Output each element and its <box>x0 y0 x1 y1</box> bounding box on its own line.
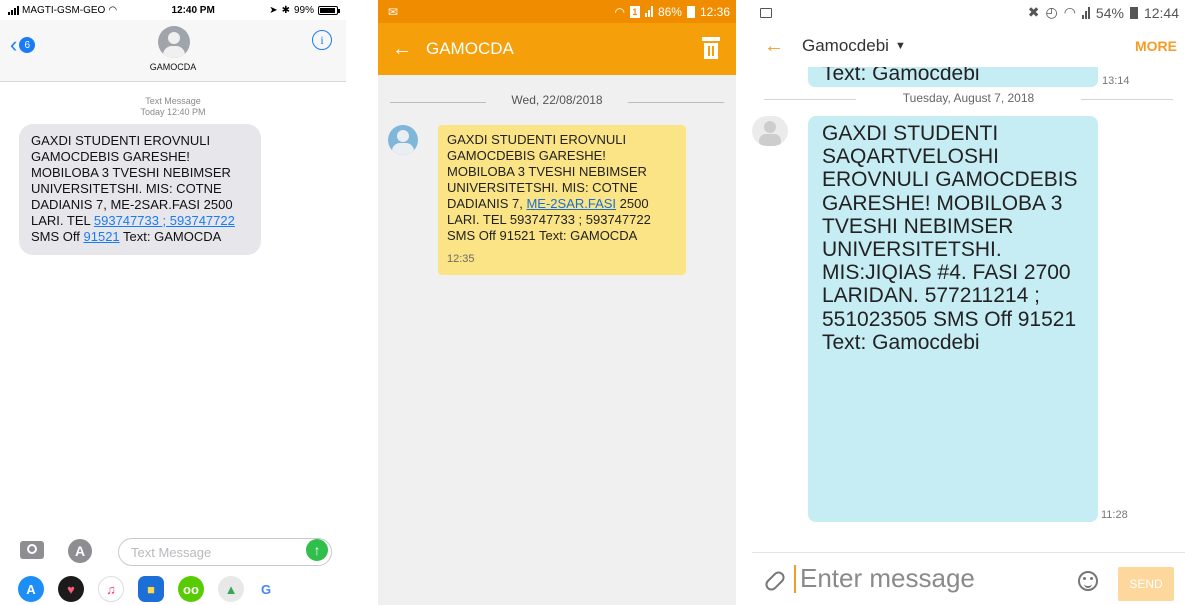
message-bubble[interactable]: GAXDI STUDENTI SAQARTVELOSHI EROVNULI GA… <box>808 116 1098 522</box>
signal-percent: 86% <box>657 4 682 19</box>
app-store-icon[interactable]: A <box>68 539 92 563</box>
more-button[interactable]: MORE <box>1135 38 1177 54</box>
mail-icon: ✉ <box>388 4 399 19</box>
samsung-blue-screen: ✖ ◴ ◠ 54% 12:44 ← Gamocdebi ▼ MORE Text:… <box>752 0 1185 605</box>
code-link[interactable]: 91521 <box>84 229 120 244</box>
unread-badge: 6 <box>19 37 36 53</box>
conversation-app-bar: ← GAMOCDA <box>378 23 736 75</box>
ios-status-bar: MAGTI-GSM-GEO ◠ 12:40 PM ➤ ✱ 99% <box>0 0 346 20</box>
delete-icon[interactable] <box>702 37 720 59</box>
chevron-left-icon: ‹ <box>10 32 18 57</box>
wifi-icon: ◠ <box>614 4 625 19</box>
screenshot-collage: MAGTI-GSM-GEO ◠ 12:40 PM ➤ ✱ 99% ‹ 6 GAM… <box>0 0 1185 605</box>
info-button[interactable]: i <box>312 30 332 50</box>
heart-app-icon[interactable]: ♥ <box>58 576 84 602</box>
location-icon: ➤ <box>269 4 278 16</box>
signal-icon <box>644 6 653 17</box>
conversation-app-bar: ← Gamocdebi ▼ MORE <box>752 25 1185 67</box>
ios-nav-bar: ‹ 6 GAMOCDA i <box>0 20 346 82</box>
message-bubble[interactable]: GAXDI STUDENTI EROVNULI GAMOCDEBIS GARES… <box>438 125 686 275</box>
message-input[interactable]: Enter message <box>800 563 1040 594</box>
android-status-bar: ✖ ◴ ◠ 54% 12:44 <box>752 0 1185 25</box>
battery-icon <box>1129 6 1138 19</box>
sender-avatar[interactable] <box>752 116 788 146</box>
alarm-icon: ◴ <box>1045 4 1058 20</box>
carrier-name: MAGTI-GSM-GEO <box>22 4 106 16</box>
dropdown-caret-icon[interactable]: ▼ <box>895 40 906 52</box>
message-input[interactable]: Text Message <box>118 538 332 566</box>
status-time: 12:36 <box>699 4 730 19</box>
ios-input-bar: A Text Message ↑ <box>0 537 346 567</box>
message-text: Text: GAMOCDA <box>119 229 222 244</box>
text-cursor <box>794 565 796 593</box>
previous-message-bubble[interactable]: Text: Gamocdebi <box>808 67 1098 87</box>
app-drawer: A ♥ ♫ ■ oo ▲ G <box>0 573 346 605</box>
back-arrow-icon[interactable]: ← <box>764 35 784 58</box>
gallery-icon <box>760 7 772 18</box>
thread-label: Text Message <box>145 96 201 106</box>
phone-link[interactable]: 593747733 ; 593747722 <box>94 213 235 228</box>
send-button[interactable]: SEND <box>1118 567 1174 601</box>
back-button[interactable]: ‹ 6 <box>10 32 36 57</box>
date-divider: Tuesday, August 7, 2018 <box>752 91 1185 109</box>
battery-percent: 54% <box>1095 4 1124 21</box>
conversation-title[interactable]: Gamocdebi <box>802 36 889 56</box>
sim-icon: 1 <box>629 5 640 18</box>
bluetooth-icon: ✱ <box>281 4 290 16</box>
conversation-title: GAMOCDA <box>426 39 514 58</box>
status-time: 12:44 <box>1143 4 1179 21</box>
back-arrow-icon[interactable]: ← <box>392 38 412 61</box>
ios-messages-screen: MAGTI-GSM-GEO ◠ 12:40 PM ➤ ✱ 99% ‹ 6 GAM… <box>0 0 346 605</box>
maps-icon[interactable]: ▲ <box>218 576 244 602</box>
thread-meta: Text Message Today 12:40 PM <box>0 96 346 118</box>
chrome-icon[interactable]: G <box>258 576 274 602</box>
battery-icon <box>686 5 695 18</box>
android-status-bar: ✉ ◠ 1 86% 12:36 <box>378 0 736 23</box>
camera-icon[interactable] <box>20 541 44 559</box>
message-time: 11:28 <box>1101 509 1128 521</box>
battery-icon <box>317 5 340 15</box>
signal-icon <box>1081 6 1090 19</box>
emoji-icon[interactable] <box>1078 571 1098 591</box>
attachment-icon[interactable] <box>762 568 788 594</box>
send-arrow-icon[interactable]: ↑ <box>306 539 328 561</box>
app-store-icon[interactable]: A <box>18 576 44 602</box>
message-text: SMS Off <box>31 229 84 244</box>
messages-app-icon[interactable]: ■ <box>138 576 164 602</box>
contact-avatar[interactable] <box>158 26 190 58</box>
message-bubble[interactable]: GAXDI STUDENTI EROVNULI GAMOCDEBIS GARES… <box>19 124 261 255</box>
message-link[interactable]: ME-2SAR.FASI <box>526 196 616 211</box>
contact-name[interactable]: GAMOCDA <box>0 62 346 72</box>
mute-icon: ✖ <box>1027 4 1040 20</box>
previous-message: Text: Gamocdebi 13:14 <box>752 67 1185 89</box>
message-time: 12:35 <box>447 253 475 265</box>
thread-time: Today 12:40 PM <box>140 107 206 117</box>
music-icon[interactable]: ♫ <box>98 576 124 602</box>
battery-percent: 99% <box>293 4 314 16</box>
message-composer: Enter message SEND <box>752 552 1185 605</box>
wifi-icon: ◠ <box>1063 4 1076 20</box>
samsung-orange-screen: ✉ ◠ 1 86% 12:36 ← GAMOCDA Wed, 22/08/201… <box>378 0 736 605</box>
signal-icon <box>8 5 19 15</box>
duolingo-icon[interactable]: oo <box>178 576 204 602</box>
sender-avatar[interactable] <box>388 125 418 155</box>
status-time: 12:40 PM <box>171 4 215 16</box>
previous-message-time: 13:14 <box>1102 75 1130 87</box>
wifi-icon: ◠ <box>108 4 118 16</box>
date-divider: Wed, 22/08/2018 <box>378 93 736 113</box>
